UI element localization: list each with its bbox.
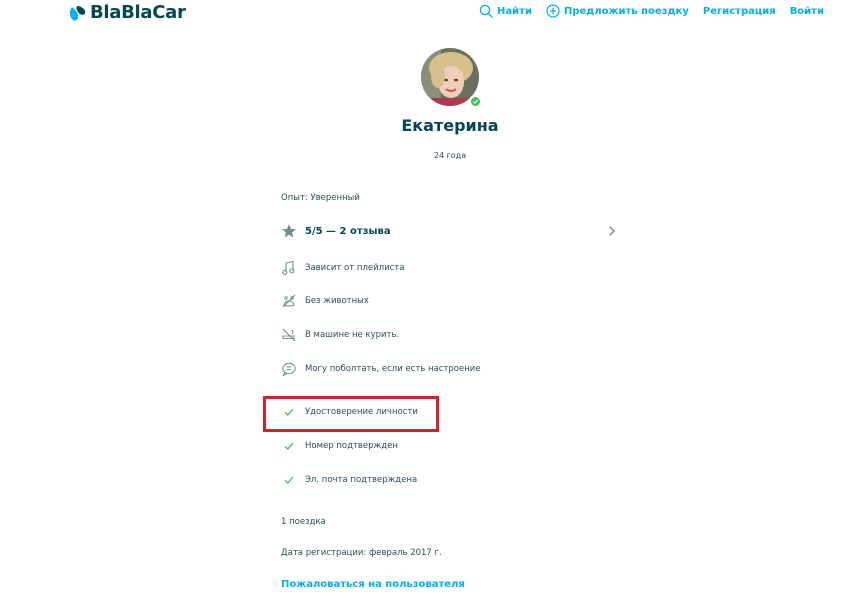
nav-login-link[interactable]: Войти [790,6,824,17]
search-icon [479,4,493,18]
music-icon [281,260,297,276]
verified-badge-icon [469,95,481,107]
nav-search-link[interactable]: Найти [479,4,532,18]
rating-row[interactable]: 5/5 — 2 отзыва [281,222,621,240]
chevron-right-icon [609,226,615,236]
nav-offer-ride-label: Предложить поездку [563,5,689,17]
preference-smoking-label: В машине не курить. [305,330,400,340]
nav-search-label: Найти [497,5,532,17]
checkmark-icon [281,472,297,488]
verification-phone: Номер подтвержден [281,438,621,454]
top-nav: Найти Предложить поездку Регистрация Вой… [465,4,824,18]
report-user-link[interactable]: Пожаловаться на пользователя [281,579,621,590]
preference-pets-label: Без животных [305,296,369,306]
profile-age: 24 года [433,151,467,160]
preference-chat: Могу поболтать, если есть настроение [281,361,621,377]
member-since: Дата регистрации: февраль 2017 г. [281,548,442,558]
preference-chat-label: Могу поболтать, если есть настроение [305,364,481,374]
chat-icon [281,361,297,377]
experience-level: Опыт: Уверенный [281,193,360,203]
preference-music-label: Зависит от плейлиста [305,263,405,273]
rides-count: 1 поездка [281,517,326,527]
blablacar-logo[interactable]: BlaBlaCar [68,2,186,23]
nav-register-link[interactable]: Регистрация [703,6,776,17]
no-smoking-icon [281,327,297,343]
verification-email-label: Эл. почта подтверждена [305,475,418,485]
nav-login-label: Войти [789,5,824,17]
highlight-box [263,396,439,432]
nav-offer-ride-link[interactable]: Предложить поездку [546,4,689,18]
preference-pets: Без животных [281,293,621,309]
verification-email: Эл. почта подтверждена [281,472,621,488]
star-icon [282,224,296,238]
profile-name: Екатерина [401,116,499,135]
logo-icon [69,5,86,21]
preference-music: Зависит от плейлиста [281,260,621,276]
nav-register-label: Регистрация [702,5,776,17]
rating-label: 5/5 — 2 отзыва [305,225,391,237]
verification-phone-label: Номер подтвержден [305,441,398,451]
checkmark-icon [281,438,297,454]
logo-text: BlaBlaCar [90,2,186,23]
no-pets-icon [281,293,297,309]
preference-smoking: В машине не курить. [281,327,621,343]
plus-circle-icon [546,4,560,18]
